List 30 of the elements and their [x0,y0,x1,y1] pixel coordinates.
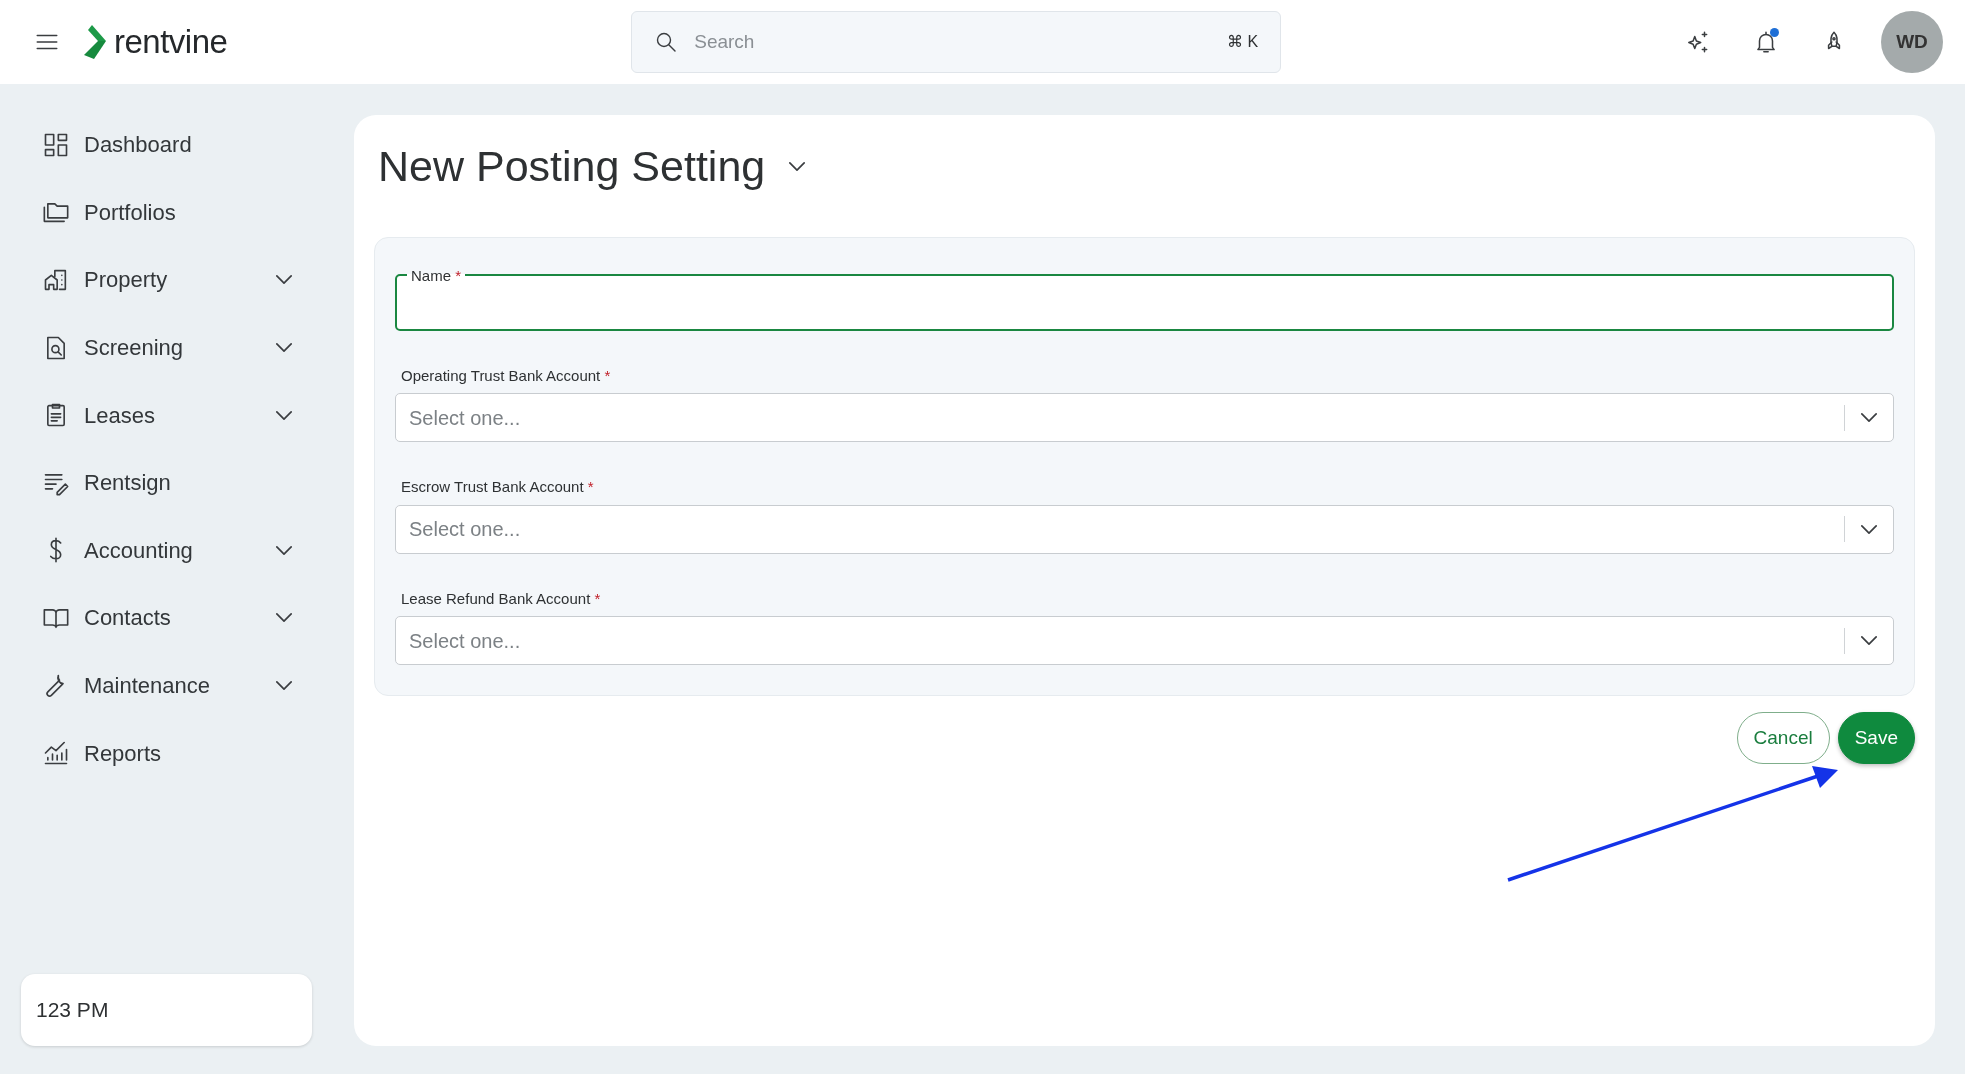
field-label: Operating Trust Bank Account * [401,365,612,386]
sidebar-item[interactable]: Rentsign [42,448,292,517]
sidebar-item[interactable]: Maintenance [42,651,292,720]
brand-name: rentvine [114,22,228,63]
select-field[interactable]: Select one... [395,616,1894,666]
field-label: Escrow Trust Bank Account * [401,477,595,498]
sidebar-item[interactable]: Property [42,246,292,314]
search-input[interactable]: Search [692,26,1214,58]
field-label: Lease Refund Bank Account * [401,588,602,609]
page-title: New Posting Setting [378,141,766,192]
chevron-icon [1861,636,1877,646]
chevron-icon[interactable] [789,162,806,172]
field-label: Name * [410,267,463,283]
chevron-icon [1861,524,1877,534]
sidebar-item[interactable]: Accounting [42,516,292,585]
sidebar-item[interactable]: Leases [42,381,292,449]
select-field[interactable]: Select one... [395,504,1894,554]
sidebar-item[interactable]: Dashboard [42,111,292,179]
select-field[interactable]: Select one... [395,393,1894,443]
chevron-icon [1861,413,1877,423]
sidebar-item[interactable]: Portfolios [42,178,292,247]
footer-card: 123 PM [21,974,312,1046]
sidebar-item[interactable]: Screening [42,313,292,382]
save-button[interactable]: Save [1837,712,1915,765]
sidebar-item[interactable]: Reports [42,719,292,787]
sidebar-item[interactable]: Contacts [42,584,292,652]
cancel-button[interactable]: Cancel [1736,712,1830,765]
shortcut-hint: ⌘ K [1227,32,1259,52]
search-field[interactable]: Search ⌘ K [631,11,1282,73]
user-avatar[interactable]: WD [1881,11,1943,73]
